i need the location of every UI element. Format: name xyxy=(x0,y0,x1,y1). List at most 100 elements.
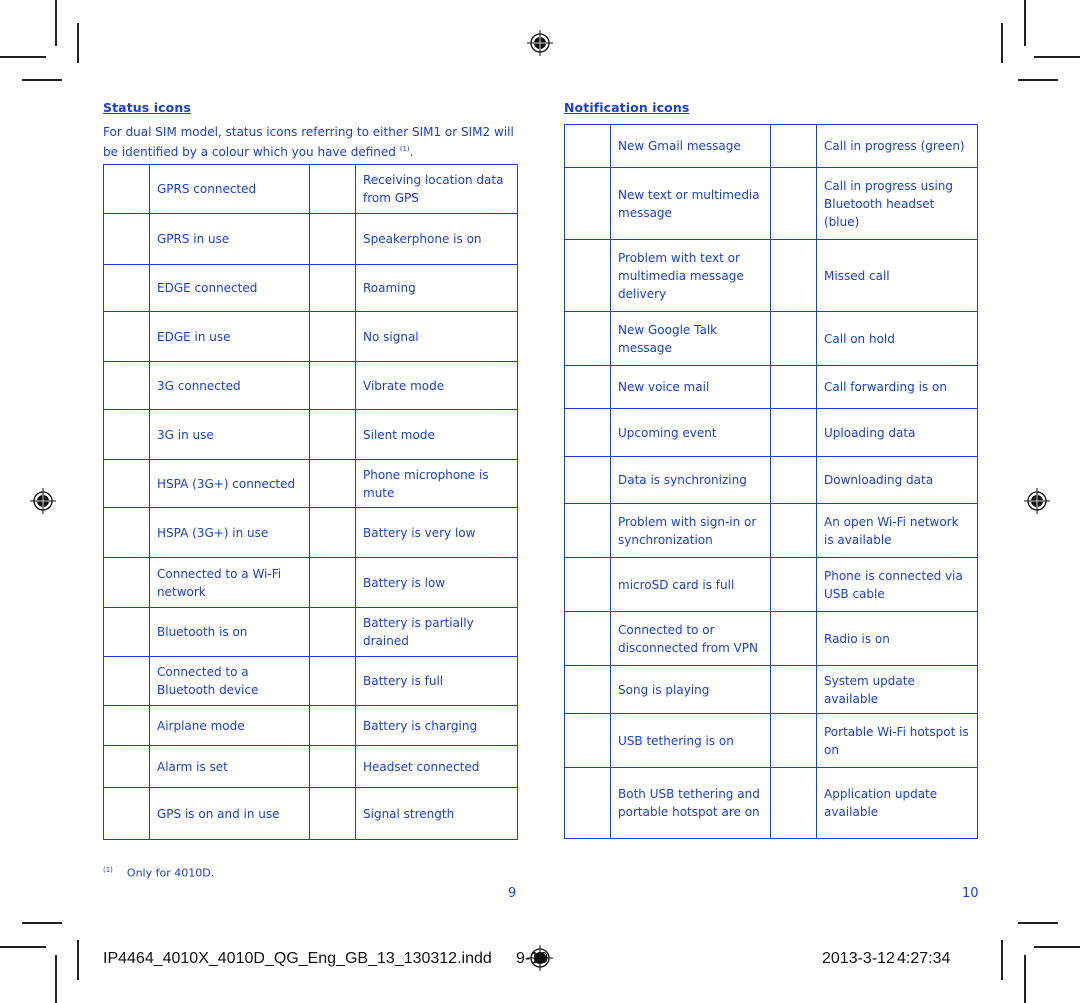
label-cell-right: Downloading data xyxy=(816,456,978,504)
icon-cell-left xyxy=(103,164,150,214)
icon-cell-left xyxy=(564,665,611,714)
icon-cell-left xyxy=(564,503,611,558)
label-cell-left: Alarm is set xyxy=(149,745,310,788)
table-row: Data is synchronizing Downloading data xyxy=(564,456,978,504)
icon-cell-left xyxy=(564,239,611,312)
crop-mark xyxy=(22,79,62,81)
crop-mark xyxy=(1034,946,1080,948)
table-row: Connected to a Bluetooth device Battery i… xyxy=(103,656,518,706)
footnote-marker: (1) xyxy=(103,866,113,874)
label-cell-right: Battery is charging xyxy=(355,705,518,746)
table-row: Both USB tethering and portable hotspot … xyxy=(564,767,978,839)
table-row: GPRS connected Receiving location data fr… xyxy=(103,164,518,214)
crop-mark xyxy=(1018,79,1058,81)
icon-cell-right xyxy=(770,713,817,768)
crop-mark xyxy=(1001,940,1003,980)
table-row: New text or multimedia message Call in pr… xyxy=(564,167,978,240)
table-row: microSD card is full Phone is connected v… xyxy=(564,557,978,612)
table-row: 3G connected Vibrate mode xyxy=(103,361,518,410)
page-number-right: 10 xyxy=(962,886,979,901)
footnote-ref: (1) xyxy=(399,145,410,153)
crop-mark xyxy=(1024,955,1026,1003)
label-cell-left: Connected to or disconnected from VPN xyxy=(610,611,771,666)
crop-mark xyxy=(1024,0,1026,46)
status-icons-heading: Status icons xyxy=(103,100,191,115)
label-cell-left: 3G connected xyxy=(149,361,310,410)
label-cell-left: Problem with text or multimedia message … xyxy=(610,239,771,312)
crop-mark xyxy=(55,0,57,46)
table-row: GPRS in use Speakerphone is on xyxy=(103,213,518,265)
label-cell-right: Signal strength xyxy=(355,787,518,840)
table-row: EDGE connected Roaming xyxy=(103,264,518,312)
icon-cell-right xyxy=(770,767,817,839)
table-row: New voice mail Call forwarding is on xyxy=(564,365,978,409)
icon-cell-left xyxy=(103,264,150,312)
notification-icons-heading: Notification icons xyxy=(564,100,690,115)
table-row: GPS is on and in use Signal strength xyxy=(103,787,518,840)
notification-icons-table: New Gmail message Call in progress (green… xyxy=(564,124,978,839)
label-cell-left: HSPA (3G+) in use xyxy=(149,507,310,558)
icon-cell-right xyxy=(309,656,356,706)
icon-cell-right xyxy=(770,124,817,168)
label-cell-left: Airplane mode xyxy=(149,705,310,746)
icon-cell-left xyxy=(103,705,150,746)
crop-mark xyxy=(22,922,62,924)
crop-mark xyxy=(0,946,46,948)
label-cell-right: Receiving location data from GPS xyxy=(355,164,518,214)
slug-time: 4:27:34 xyxy=(897,950,951,967)
icon-cell-left xyxy=(564,557,611,612)
table-row: Problem with text or multimedia message … xyxy=(564,239,978,312)
icon-cell-left xyxy=(103,361,150,410)
label-cell-right: Silent mode xyxy=(355,409,518,460)
label-cell-left: Data is synchronizing xyxy=(610,456,771,504)
label-cell-right: Headset connected xyxy=(355,745,518,788)
icon-cell-left xyxy=(564,167,611,240)
label-cell-right: Speakerphone is on xyxy=(355,213,518,265)
registration-mark-icon xyxy=(527,30,553,56)
icon-cell-left xyxy=(103,787,150,840)
footnote: (1) Only for 4010D. xyxy=(103,866,214,880)
icon-cell-right xyxy=(309,164,356,214)
icon-cell-right xyxy=(309,459,356,508)
table-row: EDGE in use No signal xyxy=(103,311,518,362)
label-cell-right: Portable Wi-Fi hotspot is on xyxy=(816,713,978,768)
icon-cell-right xyxy=(770,239,817,312)
label-cell-right: Roaming xyxy=(355,264,518,312)
intro-text: For dual SIM model, status icons referri… xyxy=(103,125,514,159)
icon-cell-right xyxy=(770,503,817,558)
registration-mark-icon xyxy=(1024,488,1050,514)
label-cell-left: Upcoming event xyxy=(610,408,771,457)
label-cell-left: Connected to a Wi-Fi network xyxy=(149,557,310,608)
slug-date: 2013-3-12 xyxy=(822,950,895,967)
label-cell-right: Call in progress using Bluetooth headset… xyxy=(816,167,978,240)
icon-cell-right xyxy=(309,705,356,746)
icon-cell-right xyxy=(770,167,817,240)
icon-cell-right xyxy=(309,213,356,265)
icon-cell-left xyxy=(564,456,611,504)
label-cell-left: New Google Talk message xyxy=(610,311,771,366)
icon-cell-right xyxy=(309,557,356,608)
crop-mark xyxy=(77,23,79,63)
label-cell-left: New text or multimedia message xyxy=(610,167,771,240)
label-cell-left: Problem with sign-in or synchronization xyxy=(610,503,771,558)
crop-mark xyxy=(77,940,79,980)
label-cell-right: Call forwarding is on xyxy=(816,365,978,409)
icon-cell-left xyxy=(564,408,611,457)
status-icons-intro: For dual SIM model, status icons referri… xyxy=(103,124,523,161)
table-row: Bluetooth is on Battery is partially drai… xyxy=(103,607,518,657)
icon-cell-left xyxy=(564,713,611,768)
label-cell-left: HSPA (3G+) connected xyxy=(149,459,310,508)
label-cell-right: Battery is very low xyxy=(355,507,518,558)
icon-cell-right xyxy=(309,787,356,840)
label-cell-left: GPRS connected xyxy=(149,164,310,214)
icon-cell-left xyxy=(564,611,611,666)
icon-cell-right xyxy=(309,745,356,788)
icon-cell-left xyxy=(103,459,150,508)
icon-cell-right xyxy=(309,607,356,657)
table-row: HSPA (3G+) connected Phone microphone is … xyxy=(103,459,518,508)
icon-cell-right xyxy=(309,507,356,558)
label-cell-left: New voice mail xyxy=(610,365,771,409)
slug-pages: 9-10 xyxy=(516,950,549,967)
label-cell-left: Both USB tethering and portable hotspot … xyxy=(610,767,771,839)
table-row: Problem with sign-in or synchronization A… xyxy=(564,503,978,558)
